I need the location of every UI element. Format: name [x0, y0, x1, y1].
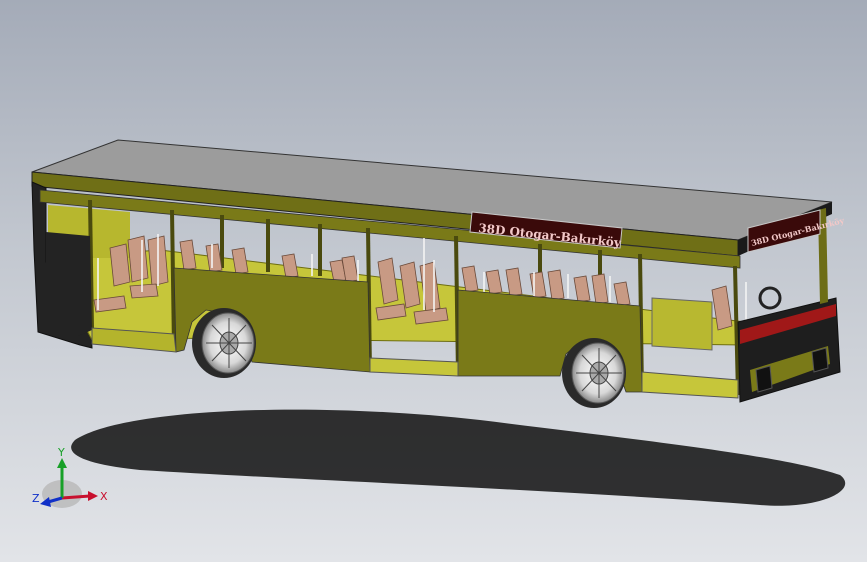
- front-wheel: [562, 338, 626, 408]
- door-step-1: [369, 357, 459, 377]
- headlight-left: [755, 365, 773, 393]
- rear-wheel: [192, 308, 256, 378]
- x-axis-label: X: [100, 490, 108, 503]
- side-panel-rear: [46, 232, 92, 336]
- x-axis-line: [61, 494, 91, 500]
- ground-shadow: [71, 409, 846, 506]
- coordinate-triad[interactable]: X Y Z: [30, 440, 120, 520]
- y-axis-arrow: [57, 458, 67, 468]
- bus-3d-model[interactable]: 38D Otogar-Bakırköy 38D Otogar-Bakırköy: [0, 0, 867, 562]
- y-axis-label: Y: [57, 446, 65, 459]
- x-axis-arrow: [88, 491, 98, 501]
- headlight-right: [811, 347, 829, 373]
- z-axis-label: Z: [32, 492, 40, 505]
- door-step-front: [641, 371, 739, 399]
- graphics-viewport[interactable]: 38D Otogar-Bakırköy 38D Otogar-Bakırköy: [0, 0, 867, 562]
- steering-wheel: [758, 286, 782, 310]
- driver-cabin: [651, 297, 713, 351]
